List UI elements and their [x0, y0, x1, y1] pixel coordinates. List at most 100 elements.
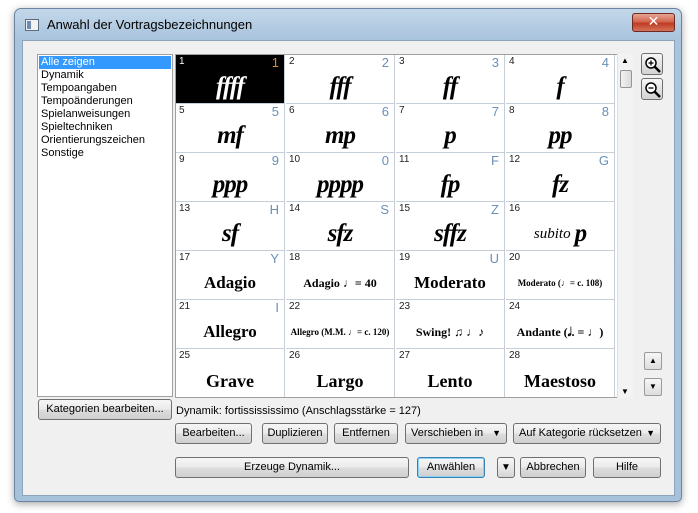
cell-number: 5: [179, 105, 185, 116]
cell-symbol: Grave: [176, 364, 284, 397]
cell-shortcut-key: H: [269, 202, 279, 217]
cell-number: 3: [399, 56, 405, 67]
edit-categories-button[interactable]: Kategorien bearbeiten...: [38, 399, 172, 420]
category-item[interactable]: Spieltechniken: [39, 121, 171, 134]
chevron-down-icon: ▼: [501, 462, 511, 473]
select-options-button[interactable]: ▼: [497, 457, 515, 478]
cell-symbol-text: Moderato (♩= c. 108): [517, 278, 603, 288]
expression-cell[interactable]: 3 3 ff: [396, 55, 505, 104]
cell-symbol-text: p: [444, 122, 456, 149]
scroll-up-arrow-icon[interactable]: ▲: [621, 56, 629, 65]
cell-symbol: Allegro (M.M. ♩= c. 120): [286, 315, 394, 349]
edit-button[interactable]: Bearbeiten...: [175, 423, 252, 444]
page-down-button[interactable]: ▼: [644, 378, 662, 396]
category-item[interactable]: Orientierungszeichen: [39, 134, 171, 147]
expression-cell[interactable]: 7 7 p: [396, 104, 505, 153]
cell-symbol: mf: [176, 119, 284, 153]
expression-cell[interactable]: 5 5 mf: [176, 104, 285, 153]
cell-shortcut-key: S: [380, 202, 389, 217]
expression-cell[interactable]: 28 Maestoso: [506, 349, 615, 397]
expression-grid-panel: 1 1 ffff 2 2 fff 3 3 ff 4 4 f 5 5 mf 6 6 mp 7 7 p 8 8 pp 9 9 ppp 10…: [175, 54, 633, 398]
expression-cell[interactable]: 23 Swing! ♫ ♩♪: [396, 300, 505, 349]
cell-symbol-text: pp: [548, 122, 573, 149]
cell-number: 11: [399, 154, 410, 165]
category-item[interactable]: Alle zeigen: [39, 56, 171, 69]
remove-button[interactable]: Entfernen: [334, 423, 398, 444]
cell-symbol: Moderato (♩= c. 108): [506, 266, 614, 300]
expression-cell[interactable]: 12 Gfz: [506, 153, 615, 202]
category-item[interactable]: Spielanweisungen: [39, 108, 171, 121]
move-to-dropdown[interactable]: Verschieben in ▼: [405, 423, 507, 444]
cell-number: 20: [509, 252, 521, 263]
expression-cell[interactable]: 22 Allegro (M.M. ♩= c. 120): [286, 300, 395, 349]
cell-symbol: sf: [176, 217, 284, 251]
expression-cell[interactable]: 26 Largo: [286, 349, 395, 397]
expression-cell[interactable]: 1 1 ffff: [176, 55, 285, 104]
expression-cell[interactable]: 18 Adagio ♩= 40: [286, 251, 395, 300]
expression-cell[interactable]: 16 subito p: [506, 202, 615, 251]
expression-cell[interactable]: 4 4 f: [506, 55, 615, 104]
category-item[interactable]: Tempoänderungen: [39, 95, 171, 108]
cell-number: 26: [289, 350, 301, 361]
cell-shortcut-key: 4: [601, 55, 609, 70]
scroll-down-arrow-icon[interactable]: ▼: [621, 387, 629, 396]
close-button[interactable]: ✕: [632, 13, 675, 32]
cell-number: 15: [399, 203, 411, 214]
select-button[interactable]: Anwählen: [417, 457, 485, 478]
expression-cell[interactable]: 19 U Moderato: [396, 251, 505, 300]
cell-number: 2: [289, 56, 295, 67]
expression-cell[interactable]: 11 Ffp: [396, 153, 505, 202]
duplicate-button[interactable]: Duplizieren: [262, 423, 328, 444]
expression-cell[interactable]: 25 Grave: [176, 349, 285, 397]
cell-number: 6: [289, 105, 295, 116]
zoom-in-button[interactable]: [641, 53, 663, 75]
cell-symbol-text: pppp: [317, 171, 364, 198]
expression-cell[interactable]: 10 0 pppp: [286, 153, 395, 202]
expression-cell[interactable]: 9 9 ppp: [176, 153, 285, 202]
expression-cell[interactable]: 27 Lento: [396, 349, 505, 397]
category-item[interactable]: Dynamik: [39, 69, 171, 82]
expression-cell[interactable]: 24 Andante (𝅗𝅥. = ♩): [506, 300, 615, 349]
dialog-window: Anwahl der Vortragsbezeichnungen ✕ Alle …: [14, 8, 682, 502]
scrollbar-thumb[interactable]: [620, 70, 632, 88]
grid-scrollbar[interactable]: ▲ ▼: [617, 54, 633, 398]
page-up-button[interactable]: ▲: [644, 352, 662, 370]
expression-cell[interactable]: 6 6 mp: [286, 104, 395, 153]
cell-shortcut-key: 8: [601, 104, 609, 119]
zoom-out-button[interactable]: [641, 78, 663, 100]
cell-number: 9: [179, 154, 185, 165]
reset-category-dropdown[interactable]: Auf Kategorie rücksetzen ▼: [513, 423, 661, 444]
cell-number: 22: [289, 301, 301, 312]
cell-symbol-text: Allegro: [203, 322, 257, 341]
cell-number: 27: [399, 350, 411, 361]
reset-category-label: Auf Kategorie rücksetzen: [519, 427, 642, 439]
cell-symbol: Adagio ♩= 40: [286, 266, 394, 300]
category-item[interactable]: Sonstige: [39, 147, 171, 160]
cell-shortcut-key: F: [491, 153, 499, 168]
cell-symbol-text: mf: [217, 122, 244, 149]
category-item[interactable]: Tempoangaben: [39, 82, 171, 95]
expression-cell[interactable]: 15 Zsffz: [396, 202, 505, 251]
category-list[interactable]: Alle zeigen Dynamik Tempoangaben Tempoänder…: [37, 54, 173, 397]
create-dynamic-button[interactable]: Erzeuge Dynamik...: [175, 457, 409, 478]
cell-symbol-text: Adagio: [204, 273, 256, 292]
expression-cell[interactable]: 2 2 fff: [286, 55, 395, 104]
cell-symbol-text: sffz: [434, 220, 467, 247]
expression-cell[interactable]: 17 Y Adagio: [176, 251, 285, 300]
expression-cell[interactable]: 14 Ssfz: [286, 202, 395, 251]
cancel-button[interactable]: Abbrechen: [520, 457, 586, 478]
expression-cell[interactable]: 20 Moderato (♩= c. 108): [506, 251, 615, 300]
expression-cell[interactable]: 13 Hsf: [176, 202, 285, 251]
title-bar[interactable]: Anwahl der Vortragsbezeichnungen ✕: [15, 9, 681, 39]
cell-shortcut-key: 0: [381, 153, 389, 168]
expression-cell[interactable]: 21 I Allegro: [176, 300, 285, 349]
cell-number: 17: [179, 252, 191, 263]
dropdown-caret-icon: ▼: [646, 428, 655, 438]
cell-symbol-text: ff: [442, 73, 458, 100]
cell-symbol-text: Moderato: [414, 273, 486, 292]
cell-number: 4: [509, 56, 515, 67]
expression-cell[interactable]: 8 8 pp: [506, 104, 615, 153]
help-button[interactable]: Hilfe: [593, 457, 661, 478]
cell-symbol-text: Largo: [316, 370, 364, 391]
cell-number: 14: [289, 203, 301, 214]
